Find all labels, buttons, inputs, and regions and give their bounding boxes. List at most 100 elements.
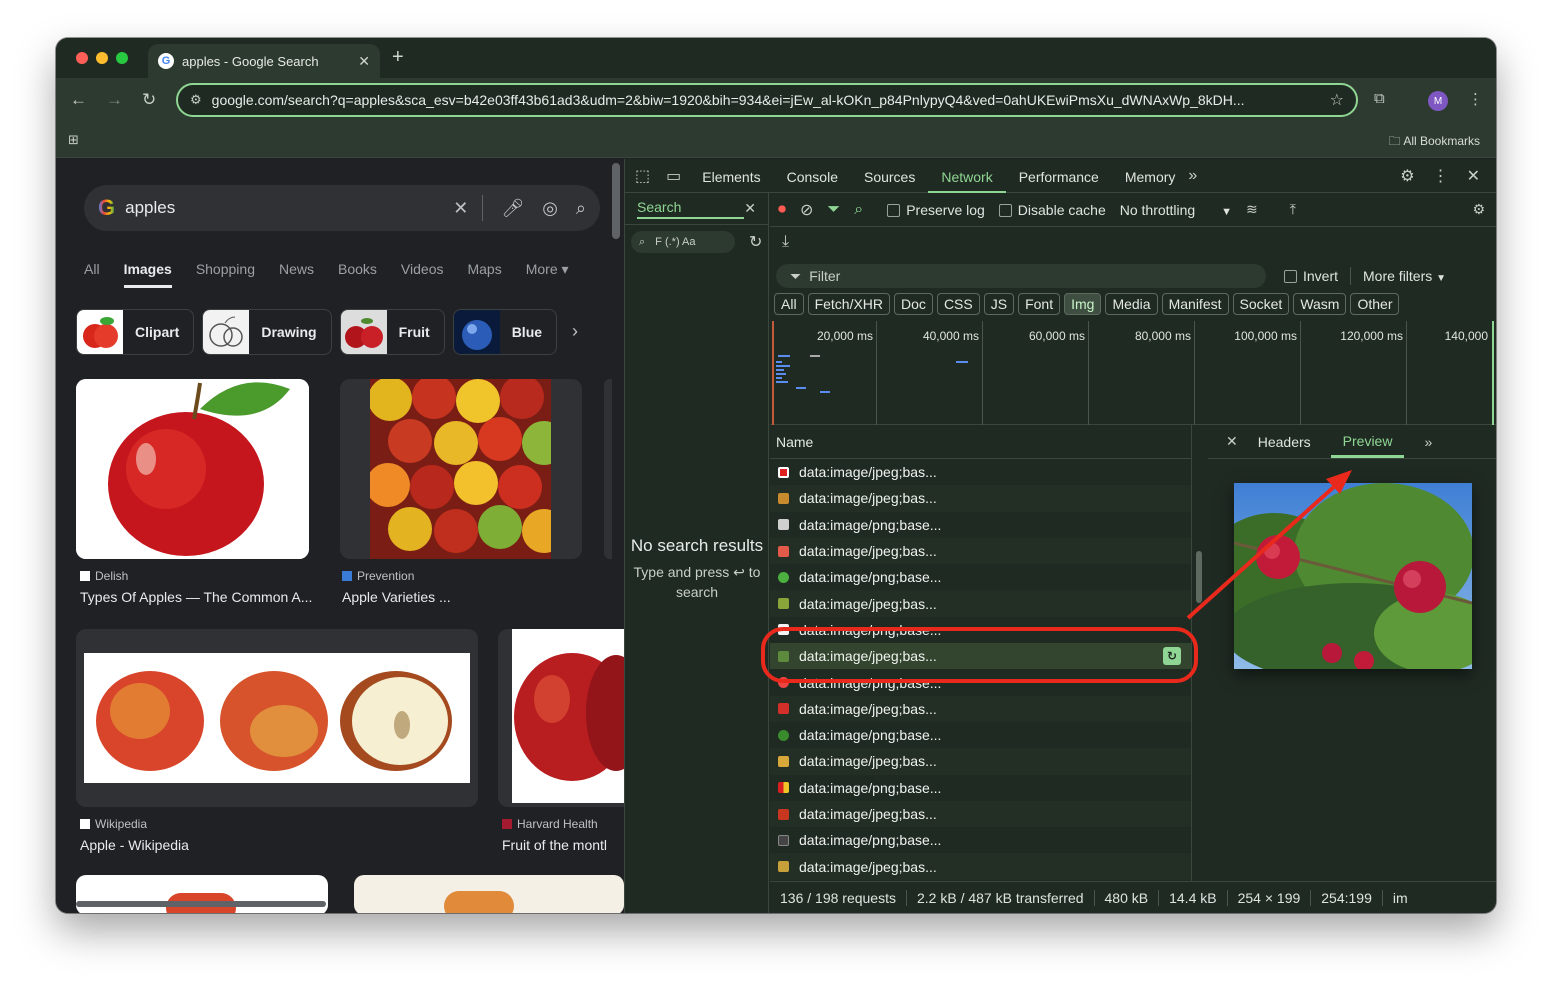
- type-filter-js[interactable]: JS: [983, 293, 1015, 315]
- inspect-element-icon[interactable]: ⬚: [635, 166, 650, 186]
- type-filter-manifest[interactable]: Manifest: [1161, 293, 1229, 315]
- minimize-window-button[interactable]: [96, 52, 108, 64]
- image-result-1[interactable]: [76, 379, 309, 559]
- detail-tab-preview[interactable]: Preview: [1330, 425, 1405, 458]
- request-row[interactable]: data:image/png;base...: [770, 827, 1191, 853]
- close-tab-icon[interactable]: ✕: [358, 53, 370, 70]
- image-result-4[interactable]: [498, 629, 624, 807]
- search-icon[interactable]: ⌕: [576, 198, 586, 219]
- type-filter-wasm[interactable]: Wasm: [1293, 293, 1347, 315]
- request-row[interactable]: data:image/jpeg;bas...: [770, 800, 1191, 828]
- request-row[interactable]: data:image/jpeg;bas...: [770, 485, 1191, 512]
- devtools-tab-console[interactable]: Console: [774, 159, 851, 193]
- type-filter-img[interactable]: Img: [1064, 293, 1102, 315]
- browser-tab[interactable]: G apples - Google Search ✕: [148, 44, 380, 78]
- close-window-button[interactable]: [76, 52, 88, 64]
- chevron-right-icon[interactable]: ›: [572, 321, 578, 342]
- search-pane-input[interactable]: ⌕ F (.*) Aa: [631, 231, 735, 253]
- close-detail-icon[interactable]: ✕: [1226, 433, 1238, 450]
- image-result-partial[interactable]: [604, 379, 612, 559]
- devtools-tab-elements[interactable]: Elements: [689, 159, 773, 193]
- request-row[interactable]: data:image/jpeg;bas...: [770, 695, 1191, 722]
- zoom-window-button[interactable]: [116, 52, 128, 64]
- search-box[interactable]: G apples ✕ 🎤︎ ◎ ⌕: [84, 185, 600, 231]
- request-row[interactable]: data:image/jpeg;bas...: [770, 748, 1191, 775]
- export-har-icon[interactable]: ⤓: [782, 233, 789, 251]
- result-caption[interactable]: Apple - Wikipedia: [80, 837, 189, 853]
- device-toolbar-icon[interactable]: ▭: [666, 166, 681, 186]
- request-row[interactable]: data:image/png;base...: [770, 775, 1191, 801]
- search-tab-shopping[interactable]: Shopping: [196, 261, 255, 288]
- reveal-in-sources-icon[interactable]: ↻: [1163, 647, 1181, 666]
- search-tab-maps[interactable]: Maps: [467, 261, 501, 288]
- request-row[interactable]: data:image/png;base...: [770, 512, 1191, 538]
- back-button[interactable]: ←: [70, 90, 87, 110]
- image-result-5[interactable]: [76, 875, 328, 913]
- request-row[interactable]: data:image/jpeg;bas...: [770, 853, 1191, 880]
- type-filter-other[interactable]: Other: [1350, 293, 1400, 315]
- preserve-log-checkbox[interactable]: Preserve log: [887, 202, 985, 218]
- network-settings-gear-icon[interactable]: ⚙: [1472, 201, 1485, 218]
- horizontal-scrollbar[interactable]: [76, 901, 326, 907]
- all-bookmarks-button[interactable]: 🗀 All Bookmarks: [1389, 132, 1480, 153]
- image-result-6[interactable]: [354, 875, 624, 913]
- clear-icon[interactable]: ✕: [453, 198, 468, 219]
- clear-icon[interactable]: ⊘: [800, 200, 813, 220]
- more-detail-tabs-chevron-icon[interactable]: »: [1424, 434, 1432, 450]
- devtools-tab-memory[interactable]: Memory: [1112, 159, 1189, 193]
- close-search-icon[interactable]: ✕: [744, 200, 756, 217]
- result-caption[interactable]: Types Of Apples — The Common A...: [80, 589, 312, 605]
- more-tabs-chevron-icon[interactable]: »: [1188, 167, 1197, 185]
- lens-camera-icon[interactable]: ◎: [542, 198, 558, 219]
- site-settings-icon[interactable]: ⚙: [190, 92, 202, 108]
- type-filter-all[interactable]: All: [774, 293, 804, 315]
- settings-gear-icon[interactable]: ⚙: [1400, 166, 1414, 186]
- request-list-scrollbar[interactable]: [1196, 551, 1202, 603]
- network-overview-timeline[interactable]: 20,000 ms 40,000 ms 60,000 ms 80,000 ms …: [770, 321, 1496, 425]
- type-filter-css[interactable]: CSS: [936, 293, 980, 315]
- page-scrollbar[interactable]: [612, 163, 620, 239]
- new-tab-button[interactable]: +: [392, 46, 404, 69]
- type-filter-font[interactable]: Font: [1018, 293, 1061, 315]
- request-row[interactable]: data:image/png;base...: [770, 564, 1191, 590]
- import-har-icon[interactable]: ⤒: [1290, 201, 1296, 218]
- search-tab-news[interactable]: News: [279, 261, 314, 288]
- filter-input[interactable]: ⏷ Filter: [776, 264, 1266, 288]
- invert-checkbox[interactable]: Invert: [1284, 268, 1338, 284]
- search-tab-books[interactable]: Books: [338, 261, 377, 288]
- bookmark-star-icon[interactable]: ☆: [1330, 90, 1344, 110]
- microphone-icon[interactable]: 🎤︎: [501, 198, 524, 219]
- close-devtools-icon[interactable]: ✕: [1467, 166, 1480, 186]
- devtools-menu-icon[interactable]: ⋮: [1433, 166, 1449, 186]
- type-filter-doc[interactable]: Doc: [894, 293, 933, 315]
- search-icon[interactable]: ⌕: [854, 201, 863, 219]
- more-filters-button[interactable]: More filters ▼: [1363, 268, 1446, 284]
- search-options[interactable]: F (.*) Aa: [655, 236, 695, 248]
- result-caption[interactable]: Fruit of the montl: [502, 837, 607, 853]
- devtools-tab-performance[interactable]: Performance: [1006, 159, 1112, 193]
- reload-button[interactable]: ↻: [142, 90, 156, 110]
- type-filter-fetch-xhr[interactable]: Fetch/XHR: [807, 293, 891, 315]
- devtools-tab-sources[interactable]: Sources: [851, 159, 928, 193]
- chip-drawing[interactable]: Drawing: [202, 309, 332, 355]
- chip-fruit[interactable]: Fruit: [339, 309, 445, 355]
- filter-funnel-icon[interactable]: ⏷: [827, 201, 840, 219]
- profile-avatar[interactable]: M: [1428, 91, 1448, 111]
- request-row[interactable]: data:image/jpeg;bas...: [770, 590, 1191, 617]
- disable-cache-checkbox[interactable]: Disable cache: [998, 202, 1106, 218]
- forward-button[interactable]: →: [106, 90, 123, 110]
- search-tab-all[interactable]: All: [84, 261, 100, 288]
- detail-tab-headers[interactable]: Headers: [1258, 434, 1311, 450]
- request-row[interactable]: data:image/jpeg;bas...: [770, 537, 1191, 565]
- search-query[interactable]: apples: [125, 198, 435, 218]
- refresh-search-icon[interactable]: ↻: [749, 232, 762, 252]
- record-stop-icon[interactable]: ⏺: [778, 201, 786, 219]
- throttling-select[interactable]: No throttling ▼: [1120, 202, 1232, 218]
- request-row[interactable]: data:image/jpeg;bas...: [770, 459, 1191, 485]
- request-row[interactable]: data:image/png;base...: [770, 617, 1191, 643]
- image-result-2[interactable]: [340, 379, 582, 559]
- search-tabs-icon[interactable]: ⧉: [1374, 90, 1385, 107]
- request-row[interactable]: data:image/png;base...: [770, 722, 1191, 748]
- search-pane-title[interactable]: Search: [637, 199, 745, 219]
- search-tab-videos[interactable]: Videos: [401, 261, 444, 288]
